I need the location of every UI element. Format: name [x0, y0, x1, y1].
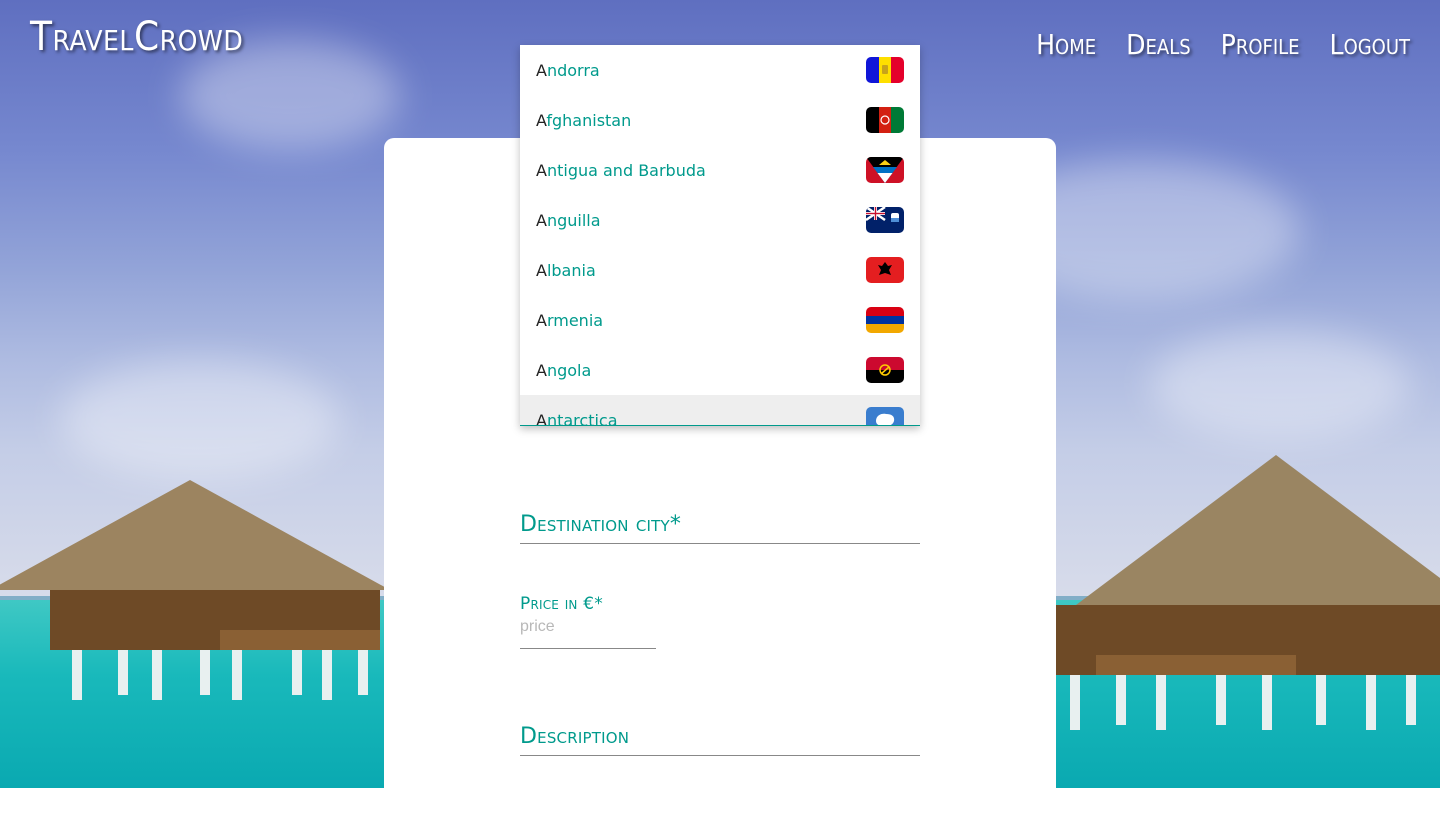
description-field[interactable]: Description [520, 724, 920, 756]
nav-home[interactable]: Home [1036, 28, 1096, 61]
anguilla-flag-icon [866, 207, 904, 233]
price-input[interactable] [520, 618, 656, 636]
country-dropdown-list[interactable]: Andorra Afghanistan Antigua and Barbuda … [520, 45, 920, 426]
armenia-flag-icon [866, 307, 904, 333]
country-option-label: Angola [536, 360, 592, 380]
country-option-label: Albania [536, 260, 596, 280]
country-option-armenia[interactable]: Armenia [520, 295, 920, 345]
destination-city-label: Destination city* [520, 512, 682, 537]
nav-deals[interactable]: Deals [1126, 28, 1191, 61]
nav-logout[interactable]: Logout [1330, 28, 1410, 61]
country-option-afghanistan[interactable]: Afghanistan [520, 95, 920, 145]
price-underline [520, 648, 656, 649]
country-option-label: Afghanistan [536, 110, 632, 130]
albania-flag-icon [866, 257, 904, 283]
country-option-antigua-and-barbuda[interactable]: Antigua and Barbuda [520, 145, 920, 195]
country-option-anguilla[interactable]: Anguilla [520, 195, 920, 245]
price-field: Price in €* [520, 594, 920, 649]
antigua-and-barbuda-flag-icon [866, 157, 904, 183]
country-option-label: Antarctica [536, 410, 618, 426]
country-option-label: Andorra [536, 60, 600, 80]
country-option-label: Armenia [536, 310, 604, 330]
main-nav: Home Deals Profile Logout [1036, 28, 1410, 61]
afghanistan-flag-icon [866, 107, 904, 133]
country-option-label: Anguilla [536, 210, 601, 230]
nav-profile[interactable]: Profile [1221, 28, 1300, 61]
country-option-label: Antigua and Barbuda [536, 160, 706, 180]
price-label: Price in €* [520, 594, 603, 614]
country-option-albania[interactable]: Albania [520, 245, 920, 295]
angola-flag-icon [866, 357, 904, 383]
description-underline [520, 755, 920, 756]
andorra-flag-icon [866, 57, 904, 83]
antarctica-flag-icon [866, 407, 904, 425]
country-option-antarctica[interactable]: Antarctica [520, 395, 920, 426]
site-logo[interactable]: TravelCrowd [30, 14, 243, 60]
destination-city-field[interactable]: Destination city* [520, 512, 920, 544]
destination-city-underline [520, 543, 920, 544]
country-option-andorra[interactable]: Andorra [520, 45, 920, 95]
country-option-angola[interactable]: Angola [520, 345, 920, 395]
description-label: Description [520, 724, 630, 749]
